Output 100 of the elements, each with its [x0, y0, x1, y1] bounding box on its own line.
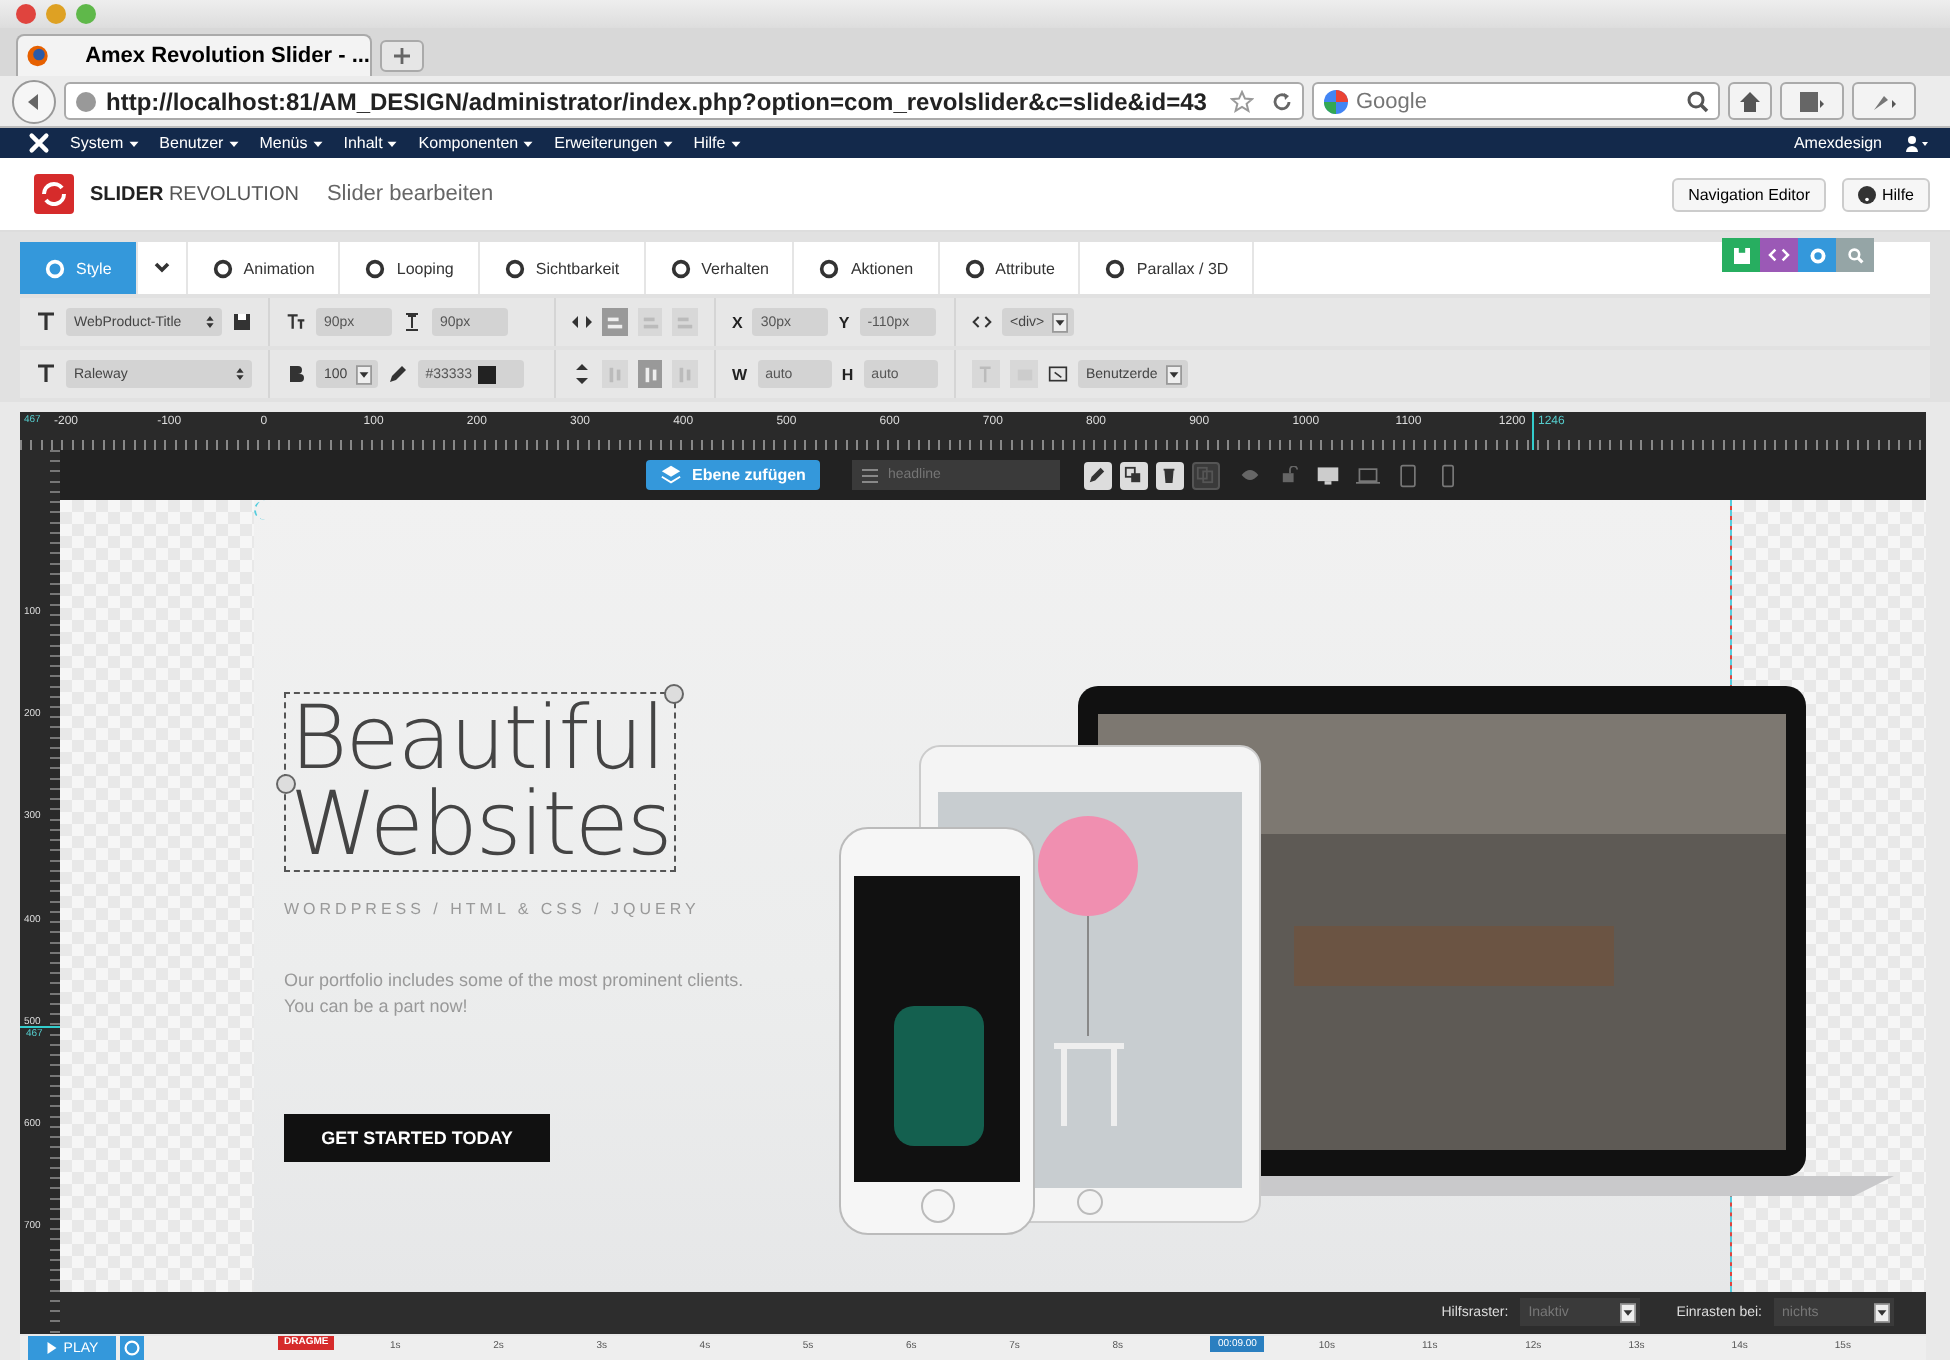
horizontal-arrows-icon — [572, 312, 592, 332]
subtitle: WORDPRESS / HTML & CSS / JQUERY — [284, 900, 700, 918]
duplicate-button[interactable] — [1119, 461, 1148, 489]
ring-icon — [1104, 257, 1127, 279]
browser-logo-icon — [26, 42, 50, 70]
brand-name: SLIDER REVOLUTION — [90, 183, 299, 205]
y-label: Y — [838, 313, 850, 331]
align-button[interactable] — [602, 308, 628, 336]
list-icon — [859, 465, 880, 485]
home-icon — [1738, 89, 1762, 113]
up-down-arrows-icon — [204, 316, 216, 328]
tablet-icon[interactable] — [1395, 463, 1420, 487]
star-icon[interactable] — [1230, 89, 1254, 113]
admin-menu-item[interactable]: Inhalt — [343, 134, 399, 152]
code-icon — [1768, 246, 1790, 264]
align-icon — [676, 313, 695, 331]
admin-menu-item[interactable]: Komponenten — [418, 134, 535, 152]
layers-icon — [660, 464, 683, 486]
caret-icon — [311, 137, 324, 149]
trash-icon — [1160, 466, 1179, 484]
bookmark-icon — [1798, 89, 1826, 113]
eye-icon[interactable] — [1239, 466, 1260, 484]
desktop-icon[interactable] — [1315, 463, 1340, 487]
text-icon — [36, 312, 56, 332]
w-label: W — [732, 365, 748, 383]
rotate-handle[interactable] — [276, 774, 296, 794]
color-swatch[interactable] — [478, 365, 497, 383]
admin-menu-item[interactable]: Erweiterungen — [554, 134, 674, 152]
font-size-icon — [286, 312, 306, 332]
reload-icon[interactable] — [1270, 89, 1294, 113]
ring-icon — [44, 257, 66, 279]
delete-button[interactable] — [1155, 461, 1184, 489]
caret-icon — [127, 137, 140, 149]
save-icon — [1733, 247, 1749, 263]
settings-icon — [1809, 247, 1825, 263]
save-icon[interactable] — [232, 312, 252, 332]
plus-icon — [392, 46, 412, 66]
settings-button[interactable] — [1798, 238, 1836, 272]
pencil-icon — [1088, 466, 1107, 484]
up-down-arrows-icon — [234, 368, 246, 380]
address-bar[interactable]: http://localhost:81/AM_DESIGN/administrator/index.php?option=com_revolslider&c=slide&id=43 — [64, 82, 1304, 120]
back-button[interactable] — [12, 79, 56, 123]
globe-icon — [74, 89, 98, 113]
home-button[interactable] — [1728, 82, 1772, 120]
valign-button[interactable] — [637, 360, 663, 388]
save-button[interactable] — [1722, 238, 1760, 272]
h-label: H — [841, 365, 854, 383]
search-engine-icon — [1322, 87, 1350, 115]
vertical-arrows-icon — [572, 364, 592, 384]
resize-icon — [1048, 364, 1068, 384]
caret-icon — [386, 137, 399, 149]
valign-icon — [676, 365, 695, 383]
search-icon[interactable] — [1686, 89, 1710, 113]
user-icon[interactable] — [1902, 133, 1930, 153]
site-link[interactable]: Amexdesign — [1793, 134, 1882, 152]
navigation-editor-button[interactable]: Navigation Editor — [1672, 177, 1826, 211]
edit-button[interactable] — [1083, 461, 1112, 489]
back-arrow-icon — [24, 91, 44, 111]
ring-icon — [963, 257, 986, 279]
chevron-down-icon — [151, 258, 172, 278]
laptop-icon[interactable] — [1355, 463, 1380, 487]
search-bar[interactable]: Google — [1312, 82, 1720, 120]
pencil-icon — [387, 364, 408, 384]
ring-icon — [364, 257, 387, 279]
ring-icon — [669, 257, 692, 279]
admin-menu-item[interactable]: System — [70, 134, 140, 152]
help-button[interactable]: Hilfe — [1841, 177, 1930, 211]
lock-icon[interactable] — [1279, 466, 1300, 484]
valign-icon — [605, 365, 624, 383]
slider-logo-icon — [34, 174, 74, 214]
admin-menu-item[interactable]: Menüs — [259, 134, 324, 152]
help-icon — [1857, 185, 1876, 203]
search-button[interactable] — [1836, 238, 1874, 272]
close-window-button[interactable] — [16, 4, 36, 24]
joomla-logo-icon[interactable] — [28, 132, 50, 154]
bookmarks-button[interactable] — [1780, 82, 1844, 120]
font-family-icon — [36, 364, 56, 384]
caret-icon — [227, 137, 240, 149]
code-button[interactable] — [1760, 238, 1798, 272]
browser-tab[interactable]: Amex Revolution Slider - ... — [16, 34, 372, 76]
admin-menu-item[interactable]: Hilfe — [693, 134, 742, 152]
caret-icon — [522, 137, 535, 149]
search-field[interactable]: Google — [1356, 89, 1680, 113]
zoom-window-button[interactable] — [76, 4, 96, 24]
admin-menu-item[interactable]: Benutzer — [159, 134, 240, 152]
ring-icon — [211, 257, 234, 279]
code-icon — [972, 312, 992, 332]
clock-button[interactable] — [120, 1336, 144, 1360]
get-started-button[interactable]: GET STARTED TODAY — [284, 1114, 550, 1162]
play-icon — [45, 1342, 58, 1354]
bold-icon — [286, 364, 306, 384]
line-height-icon — [402, 312, 422, 332]
extension-button[interactable] — [1852, 82, 1916, 120]
paragraph: Our portfolio includes some of the most prominent clients. You can be a part now! — [284, 968, 744, 1020]
copy-icon — [1196, 466, 1215, 484]
new-tab-button[interactable] — [380, 40, 424, 72]
align-icon — [641, 313, 659, 331]
rotate-handle[interactable] — [664, 684, 685, 704]
ring-icon — [818, 257, 841, 279]
x-label: X — [732, 313, 743, 331]
